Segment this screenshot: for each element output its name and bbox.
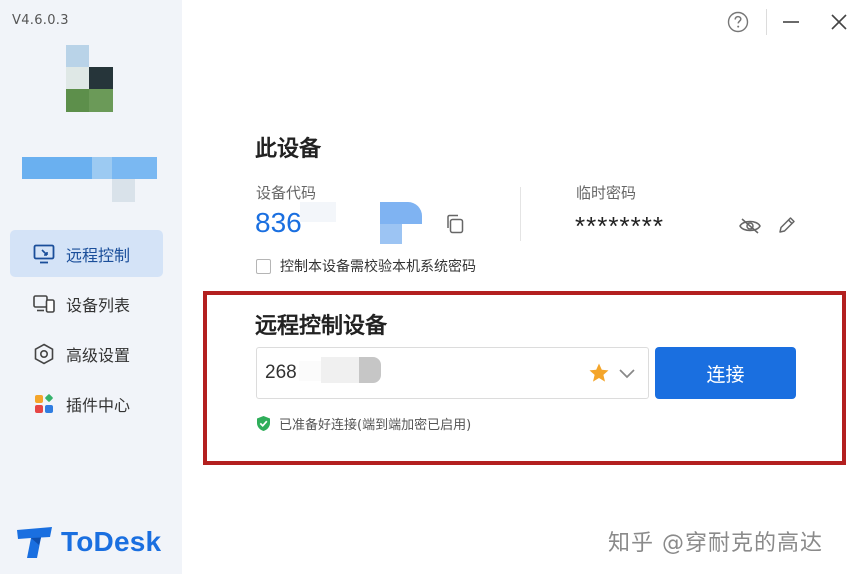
- edit-icon[interactable]: [776, 214, 798, 236]
- temp-password-value: ********: [575, 211, 664, 241]
- monitor-remote-icon: [33, 243, 55, 265]
- window-controls: [724, 8, 853, 36]
- verify-password-label: 控制本设备需校验本机系统密码: [280, 259, 476, 275]
- sidebar-item-advanced-settings[interactable]: 高级设置: [10, 330, 163, 377]
- remote-code-pixelated: [299, 355, 384, 387]
- control-separator: [766, 9, 767, 35]
- avatar[interactable]: [66, 45, 113, 112]
- sidebar-item-label: 设备列表: [66, 295, 131, 315]
- sidebar-item-plugin-center[interactable]: 插件中心: [10, 380, 163, 427]
- verify-password-checkbox[interactable]: [256, 258, 271, 274]
- device-list-icon: [33, 293, 55, 315]
- sidebar-item-remote-control[interactable]: 远程控制: [10, 230, 163, 277]
- connection-status: 已准备好连接(端到端加密已启用): [256, 414, 471, 433]
- sidebar-item-label: 高级设置: [66, 345, 131, 365]
- eye-hidden-icon[interactable]: [738, 215, 762, 237]
- watermark-text: 知乎 @穿耐克的高达: [608, 531, 823, 556]
- brand-name: ToDesk: [61, 526, 162, 557]
- sidebar-item-label: 插件中心: [66, 395, 131, 415]
- plugins-icon: [33, 393, 55, 415]
- connect-button[interactable]: 连接: [655, 347, 796, 399]
- copy-icon[interactable]: [444, 213, 466, 235]
- device-code-pixelated: [300, 200, 428, 246]
- device-code-value: 836: [255, 207, 302, 238]
- todesk-window: V4.6.0.3 远程控制 设备列表 高级设置 插件中心 ToDesk 此设备 …: [0, 0, 865, 574]
- username-pixelated: [22, 157, 157, 202]
- vertical-divider: [520, 187, 521, 241]
- version-label: V4.6.0.3: [12, 13, 69, 28]
- brand-logo: ToDesk: [15, 525, 161, 559]
- sidebar: V4.6.0.3 远程控制 设备列表 高级设置 插件中心 ToDesk: [0, 0, 182, 574]
- shield-check-icon: [257, 416, 270, 431]
- connection-status-text: 已准备好连接(端到端加密已启用): [279, 418, 472, 433]
- favorite-star-icon[interactable]: [588, 362, 610, 384]
- hexagon-settings-icon: [33, 343, 55, 365]
- sidebar-item-device-list[interactable]: 设备列表: [10, 280, 163, 327]
- help-icon[interactable]: [724, 8, 752, 36]
- verify-password-option[interactable]: 控制本设备需校验本机系统密码: [256, 256, 476, 276]
- sidebar-nav: 远程控制 设备列表 高级设置 插件中心: [10, 230, 163, 430]
- minimize-icon[interactable]: [777, 8, 805, 36]
- this-device-title: 此设备: [255, 137, 322, 162]
- sidebar-item-label: 远程控制: [66, 245, 131, 265]
- todesk-logo-icon: [17, 527, 52, 558]
- chevron-down-icon[interactable]: [618, 365, 636, 381]
- close-icon[interactable]: [825, 8, 853, 36]
- remote-control-title: 远程控制设备: [255, 314, 388, 339]
- temp-password-label: 临时密码: [576, 184, 637, 202]
